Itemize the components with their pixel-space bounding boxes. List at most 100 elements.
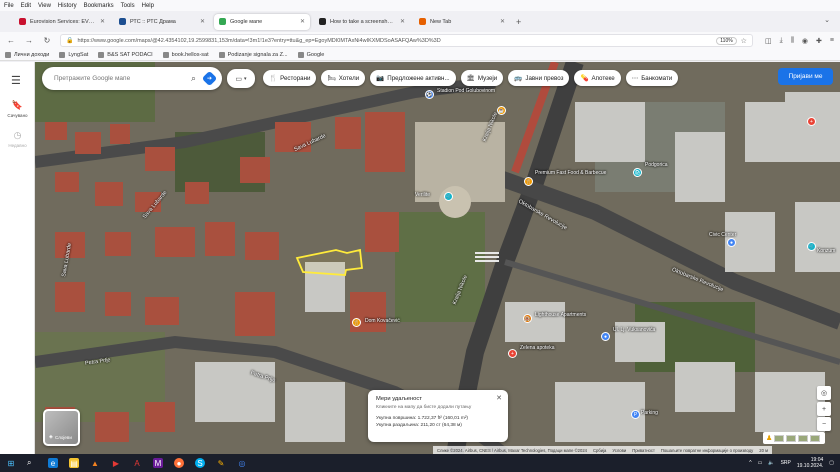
attribution-link[interactable]: Услови — [612, 448, 626, 453]
poi-marker-icon[interactable]: 🍴 — [352, 318, 361, 327]
extensions-icon[interactable]: ✚ — [816, 37, 822, 45]
pegman-icon[interactable]: ♟ — [766, 434, 772, 442]
poi-marker-icon[interactable]: + — [508, 349, 517, 358]
account-icon[interactable]: ◉ — [802, 37, 808, 45]
layers-button[interactable]: ◈ Слојеви — [43, 409, 80, 446]
poi-label[interactable]: Stadion Pod Golubovinom — [437, 88, 495, 94]
search-icon[interactable]: ⌕ — [191, 73, 196, 84]
skype-icon[interactable]: S — [195, 458, 205, 468]
poi-marker-icon[interactable]: 🛒 — [444, 192, 453, 201]
acrobat-icon[interactable]: A — [132, 458, 142, 468]
directions-icon[interactable]: ➔ — [201, 70, 218, 87]
media-player-icon[interactable]: ▶ — [111, 458, 121, 468]
imagery-thumb[interactable] — [798, 434, 809, 442]
poi-label[interactable]: Podgorica — [645, 162, 668, 168]
downloads-icon[interactable]: ⤓ — [780, 37, 783, 45]
attribution-link[interactable]: Приватност — [632, 448, 655, 453]
category-chip[interactable]: 📷 Предложене активн... — [370, 70, 456, 86]
file-explorer-icon[interactable]: ▤ — [69, 458, 79, 468]
pocket-icon[interactable]: ◫ — [765, 37, 772, 45]
taskbar-search-icon[interactable]: ⌕ — [27, 458, 37, 468]
address-bar[interactable]: 🔒 https://www.google.com/maps/@42.435410… — [60, 34, 753, 47]
url-text[interactable]: https://www.google.com/maps/@42.4354102,… — [77, 38, 712, 44]
attribution-link[interactable]: Србија — [593, 448, 606, 453]
recent-button[interactable]: ◷ Недавно — [0, 130, 35, 148]
bookmark-star-icon[interactable]: ☆ — [741, 37, 747, 45]
menu-tools[interactable]: Tools — [121, 3, 135, 9]
attribution-link[interactable]: Пошаљите повратне информације о производ… — [661, 448, 753, 453]
tab-close-icon[interactable]: ✕ — [100, 18, 105, 25]
category-chip[interactable]: 💊 Апотеке — [574, 70, 621, 86]
forward-icon[interactable]: → — [24, 36, 34, 45]
poi-marker-icon[interactable]: ● — [727, 238, 736, 247]
menu-view[interactable]: View — [38, 3, 51, 9]
edge-icon[interactable]: e — [48, 458, 58, 468]
category-chip[interactable]: 🏛 Музеји — [460, 70, 504, 86]
poi-marker-icon[interactable]: 🏨 — [523, 314, 532, 323]
network-icon[interactable]: ▭ — [758, 460, 763, 466]
browser-tab[interactable]: РТС :: РТС Драма ✕ — [114, 14, 210, 30]
back-icon[interactable]: ← — [6, 36, 16, 45]
poi-marker-icon[interactable]: 🛒 — [807, 242, 816, 251]
hamburger-menu-icon[interactable]: ☰ — [11, 74, 21, 87]
tab-close-icon[interactable]: ✕ — [400, 18, 405, 25]
bookmark-item[interactable]: B&S SAT PODACI — [98, 51, 153, 58]
bookmark-item[interactable]: Лични доходи — [5, 51, 49, 58]
bookmark-item[interactable]: Google — [297, 51, 324, 58]
poi-marker-icon[interactable]: + — [807, 117, 816, 126]
menu-history[interactable]: History — [58, 3, 77, 9]
browser-icon[interactable]: ◎ — [237, 458, 247, 468]
poi-marker-icon[interactable]: ☕ — [497, 106, 506, 115]
saved-button[interactable]: 🔖 Сачувано — [0, 100, 35, 118]
poi-marker-icon[interactable]: 🛍 — [633, 168, 642, 177]
poi-label[interactable]: Konzum — [817, 248, 835, 254]
bookmark-item[interactable]: Podizanje signala za Z... — [218, 51, 288, 58]
browser-tab[interactable]: New Tab ✕ — [414, 14, 510, 30]
sign-in-button[interactable]: Пријави ме — [778, 68, 833, 85]
poi-marker-icon[interactable]: ● — [601, 332, 610, 341]
bookmark-item[interactable]: book.hellos-sat — [162, 51, 209, 58]
tab-list-icon[interactable]: ⌄ — [824, 16, 830, 24]
browser-tab[interactable]: How to take a screenshot on a ✕ — [314, 14, 410, 30]
poi-marker-icon[interactable]: ⚽ — [425, 90, 434, 99]
poi-label[interactable]: Dom Kovačević — [365, 318, 400, 324]
poi-label[interactable]: Civic Center — [709, 232, 736, 238]
library-icon[interactable]: ⫼ — [791, 37, 794, 45]
category-chip[interactable]: 🚌 Јавни превоз — [508, 70, 570, 86]
language-indicator[interactable]: SRP — [781, 460, 791, 466]
zoom-in-button[interactable]: + — [817, 402, 831, 416]
menu-edit[interactable]: Edit — [21, 3, 31, 9]
attribution-link[interactable]: 20 м — [759, 448, 768, 453]
browser-tab[interactable]: Google мапе ✕ — [214, 13, 310, 30]
menu-help[interactable]: Help — [142, 3, 154, 9]
category-chip[interactable]: 🛏 Хотели — [321, 70, 366, 86]
zoom-out-button[interactable]: − — [817, 417, 831, 431]
paint-icon[interactable]: ✎ — [216, 458, 226, 468]
new-tab-icon[interactable]: + — [516, 17, 521, 27]
poi-marker-icon[interactable]: P — [631, 410, 640, 419]
vlc-icon[interactable]: ▲ — [90, 458, 100, 468]
imagery-thumb[interactable] — [774, 434, 785, 442]
windows-start-icon[interactable]: ⊞ — [6, 458, 16, 468]
search-input[interactable] — [54, 75, 183, 82]
camera-search-button[interactable]: ▭ ▾ — [227, 69, 255, 88]
notifications-icon[interactable]: ▢ — [829, 460, 834, 466]
tab-close-icon[interactable]: ✕ — [300, 18, 305, 25]
volume-icon[interactable]: 🔈 — [768, 460, 774, 466]
my-location-button[interactable]: ◎ — [817, 386, 831, 400]
imagery-thumb[interactable] — [810, 434, 821, 442]
street-view-control[interactable]: ♟ — [763, 432, 825, 444]
poi-label[interactable]: Parking — [641, 410, 658, 416]
browser-tab[interactable]: Eurovision Services: EVC call m ✕ — [14, 14, 110, 30]
menu-bookmarks[interactable]: Bookmarks — [84, 3, 114, 9]
bookmark-item[interactable]: LyngSat — [59, 51, 88, 58]
app-menu-icon[interactable]: ≡ — [830, 37, 834, 45]
poi-label[interactable]: Lighthouse Apartments — [535, 312, 586, 318]
category-chip[interactable]: ⋯ Банкомати — [625, 70, 679, 86]
app-icon[interactable]: M — [153, 458, 163, 468]
menu-file[interactable]: File — [4, 3, 14, 9]
close-icon[interactable]: ✕ — [496, 394, 502, 402]
firefox-icon[interactable]: ● — [174, 458, 184, 468]
poi-label[interactable]: Zelena apoteka — [520, 345, 554, 351]
zoom-level[interactable]: 110% — [716, 36, 737, 45]
